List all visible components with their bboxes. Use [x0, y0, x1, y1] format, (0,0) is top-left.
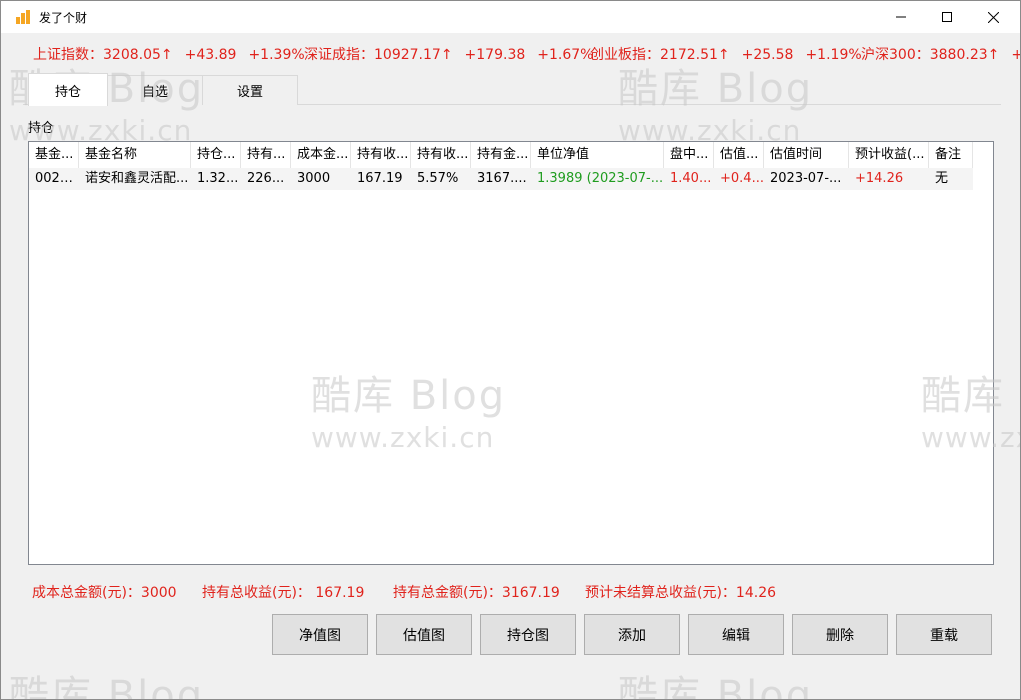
close-icon	[987, 11, 999, 23]
holdings-group-label: 持仓	[28, 121, 55, 136]
maximize-icon	[942, 12, 952, 22]
cell-cost: 3000	[297, 171, 331, 186]
cost-total-text: 成本总金额(元)：3000	[32, 585, 177, 601]
cell-amount: 3167....	[477, 171, 527, 186]
cell-fund-name: 诺安和鑫灵活配...	[85, 171, 189, 186]
holding-total-text: 持有总金额(元)：3167.19	[393, 585, 560, 601]
up-arrow-icon: ↑	[160, 47, 173, 63]
ticker-change: +7	[1011, 47, 1020, 63]
maximize-button[interactable]	[924, 1, 970, 33]
column-header-cost[interactable]: 成本金...	[291, 142, 351, 168]
cell-nav: 1.3989 (2023-07-...	[537, 171, 664, 186]
column-header-estimate[interactable]: 估值...	[714, 142, 764, 168]
tab-settings[interactable]: 设置	[202, 75, 298, 105]
ticker-value: 10927.17	[374, 47, 441, 63]
ticker-value: 3880.23	[929, 47, 988, 63]
ticker-pct: +1.19%	[805, 47, 862, 63]
column-header-shares[interactable]: 持仓...	[191, 142, 241, 168]
ticker-pct: +1.67%	[537, 47, 594, 63]
column-header-amount[interactable]: 持有金...	[471, 142, 531, 168]
app-window: 发了个财 上证指数：3208.05↑ +43.89 +1.39% 深证成指：1092…	[0, 0, 1021, 700]
position-chart-button[interactable]: 持仓图	[480, 614, 576, 655]
cell-remark: 无	[935, 171, 949, 186]
close-button[interactable]	[970, 1, 1016, 33]
ticker-name: 深证成指：	[304, 47, 374, 63]
edit-button[interactable]: 编辑	[688, 614, 784, 655]
cell-shares: 1.32...	[197, 171, 239, 186]
minimize-button[interactable]	[878, 1, 924, 33]
add-button[interactable]: 添加	[584, 614, 680, 655]
ticker-item-hs300: 沪深300：3880.23↑ +7	[861, 44, 1020, 64]
ticker-item-sh: 上证指数：3208.05↑ +43.89 +1.39%	[33, 44, 305, 64]
title-bar: 发了个财	[1, 1, 1020, 33]
holdings-table[interactable]: 基金... 基金名称 持仓... 持有... 成本金... 持有收... 持有收…	[28, 141, 994, 565]
ticker-item-cyb: 创业板指：2172.51↑ +25.58 +1.19%	[590, 44, 862, 64]
up-arrow-icon: ↑	[440, 47, 453, 63]
column-header-profit[interactable]: 持有收...	[351, 142, 411, 168]
bar-chart-app-icon	[16, 10, 30, 24]
estimate-chart-button[interactable]: 估值图	[376, 614, 472, 655]
profit-total-text: 持有总收益(元)： 167.19	[202, 585, 365, 601]
column-header-profit-rate[interactable]: 持有收...	[411, 142, 471, 168]
column-header-intraday[interactable]: 盘中...	[664, 142, 714, 168]
tab-watchlist[interactable]: 自选	[107, 75, 203, 105]
ticker-name: 上证指数：	[33, 47, 103, 63]
column-header-holding[interactable]: 持有...	[241, 142, 291, 168]
table-row[interactable]: 0025... 诺安和鑫灵活配... 1.32... 226... 3000 1…	[29, 168, 973, 190]
cell-estimate: +0.4...	[720, 171, 764, 186]
ticker-change: +43.89	[184, 47, 237, 63]
cell-intraday: 1.40...	[670, 171, 712, 186]
up-arrow-icon: ↑	[987, 47, 1000, 63]
column-header-fund-name[interactable]: 基金名称	[79, 142, 191, 168]
tab-holdings[interactable]: 持仓	[28, 73, 108, 106]
up-arrow-icon: ↑	[717, 47, 730, 63]
ticker-change: +25.58	[741, 47, 794, 63]
cell-profit-rate: 5.57%	[417, 171, 459, 186]
cell-estimate-time: 2023-07-...	[770, 171, 842, 186]
cell-profit: 167.19	[357, 171, 403, 186]
ticker-change: +179.38	[464, 47, 526, 63]
cell-expected-profit: +14.26	[855, 171, 904, 186]
index-ticker: 上证指数：3208.05↑ +43.89 +1.39% 深证成指：10927.17↑…	[1, 33, 1020, 71]
ticker-name: 创业板指：	[590, 47, 660, 63]
table-header: 基金... 基金名称 持仓... 持有... 成本金... 持有收... 持有收…	[29, 142, 993, 168]
cell-fund-code: 0025...	[35, 171, 79, 186]
estimated-total-text: 预计未结算总收益(元)：14.26	[585, 585, 777, 601]
ticker-name: 沪深300：	[861, 47, 930, 63]
ticker-pct: +1.39%	[248, 47, 305, 63]
nav-chart-button[interactable]: 净值图	[272, 614, 368, 655]
ticker-value: 2172.51	[660, 47, 718, 63]
ticker-value: 3208.05	[103, 47, 161, 63]
reload-button[interactable]: 重载	[896, 614, 992, 655]
cell-holding: 226...	[247, 171, 285, 186]
window-title: 发了个财	[39, 11, 88, 25]
delete-button[interactable]: 删除	[792, 614, 888, 655]
ticker-item-sz: 深证成指：10927.17↑ +179.38 +1.67%	[304, 44, 593, 64]
column-header-fund-code[interactable]: 基金...	[29, 142, 79, 168]
column-header-nav[interactable]: 单位净值	[531, 142, 664, 168]
minimize-icon	[896, 16, 906, 18]
column-header-estimate-time[interactable]: 估值时间	[764, 142, 849, 168]
column-header-remark[interactable]: 备注	[929, 142, 973, 168]
column-header-expected-profit[interactable]: 预计收益(...	[849, 142, 929, 168]
